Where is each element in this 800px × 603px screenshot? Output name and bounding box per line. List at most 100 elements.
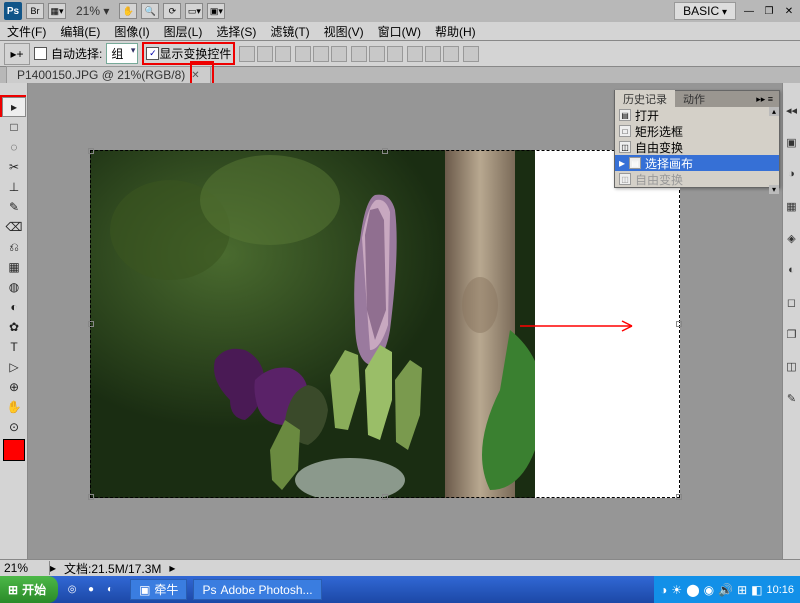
status-zoom[interactable]: 21% bbox=[0, 561, 50, 575]
eraser-tool[interactable]: ▦ bbox=[2, 257, 26, 277]
scroll-down-icon[interactable]: ▾ bbox=[769, 185, 779, 194]
menu-file[interactable]: 文件(F) bbox=[0, 23, 53, 40]
menu-edit[interactable]: 编辑(E) bbox=[53, 23, 107, 40]
handle-bot-mid[interactable] bbox=[382, 494, 388, 500]
tray-icon[interactable]: ◉ bbox=[704, 583, 714, 597]
move-tool-preset[interactable]: ▸+ bbox=[4, 43, 30, 65]
tray-icon[interactable]: 🔊 bbox=[718, 583, 733, 597]
tray-icon[interactable]: ⊞ bbox=[737, 583, 747, 597]
transform-icon: ◫ bbox=[619, 173, 631, 185]
actions-tab[interactable]: 动作 bbox=[675, 90, 713, 108]
status-bar: 21% ▸ 文档:21.5M/17.3M ▸ bbox=[0, 559, 800, 576]
shape-tool[interactable]: ⊕ bbox=[2, 377, 26, 397]
autoselect-checkbox[interactable] bbox=[34, 47, 47, 60]
move-tool[interactable]: ▸ bbox=[2, 97, 26, 117]
tray-icon[interactable]: ◧ bbox=[751, 583, 762, 597]
quick-launch: ◎ ● ◐ bbox=[58, 582, 124, 598]
ql-icon-2[interactable]: ● bbox=[83, 582, 99, 598]
app-icon: ▣ bbox=[139, 583, 150, 597]
status-menu-icon[interactable]: ▸ bbox=[169, 561, 175, 575]
menu-layer[interactable]: 图层(L) bbox=[157, 23, 210, 40]
app-topbar: Ps Br ▦▾ 21% ▾ ✋ 🔍 ⟳ ▭▾ ▣▾ BASIC ▾ — ❐ ✕ bbox=[0, 0, 800, 22]
history-brush-tool[interactable]: ⎌ bbox=[2, 237, 26, 257]
handle-mid-left[interactable] bbox=[88, 321, 94, 327]
handle-bot-left[interactable] bbox=[88, 494, 94, 500]
ps-icon[interactable]: Ps bbox=[4, 2, 22, 20]
tray-icon[interactable]: ☀ bbox=[671, 583, 682, 597]
history-item[interactable]: ◫自由变换 bbox=[615, 139, 779, 155]
hand-tool[interactable]: ✋ bbox=[2, 397, 26, 417]
type-tool[interactable]: T bbox=[2, 337, 26, 357]
zoom-tool[interactable]: ⊙ bbox=[2, 417, 26, 437]
panel-menu-icon[interactable]: ▸▸ ≡ bbox=[750, 94, 779, 105]
stamp-tool[interactable]: ⌫ bbox=[2, 217, 26, 237]
ql-icon-3[interactable]: ◐ bbox=[102, 582, 118, 598]
crop-tool[interactable]: ✂ bbox=[2, 157, 26, 177]
eyedropper-tool[interactable]: ⊥ bbox=[2, 177, 26, 197]
styles-panel-icon[interactable]: ◈ bbox=[785, 231, 799, 245]
history-tab[interactable]: 历史记录 bbox=[615, 90, 675, 108]
taskbar-app-1[interactable]: ▣牵牛 bbox=[130, 579, 187, 600]
minimize-button[interactable]: — bbox=[742, 4, 756, 18]
start-button[interactable]: ⊞ 开始 bbox=[0, 576, 58, 603]
tray-icon[interactable]: ◑ bbox=[660, 583, 667, 597]
scroll-up-icon[interactable]: ▴ bbox=[769, 107, 779, 116]
menu-select[interactable]: 选择(S) bbox=[209, 23, 263, 40]
expand-dock-icon[interactable]: ◂◂ bbox=[785, 103, 799, 117]
clock[interactable]: 10:16 bbox=[766, 584, 794, 596]
tray-icon[interactable]: ⬤ bbox=[686, 583, 699, 597]
zoom-tool-icon[interactable]: 🔍 bbox=[141, 3, 159, 19]
ql-icon-1[interactable]: ◎ bbox=[64, 582, 80, 598]
color-panel-icon[interactable]: ◑ bbox=[785, 167, 799, 181]
menu-window[interactable]: 窗口(W) bbox=[371, 23, 428, 40]
menu-view[interactable]: 视图(V) bbox=[317, 23, 371, 40]
paths-panel-icon[interactable]: ✎ bbox=[785, 391, 799, 405]
handle-top-left[interactable] bbox=[88, 148, 94, 154]
status-docsize[interactable]: 文档:21.5M/17.3M bbox=[56, 560, 169, 577]
close-button[interactable]: ✕ bbox=[782, 4, 796, 18]
menubar: 文件(F) 编辑(E) 图像(I) 图层(L) 选择(S) 滤镜(T) 视图(V… bbox=[0, 22, 800, 41]
panel-tabs: 历史记录 动作 ▸▸ ≡ bbox=[615, 91, 779, 107]
navigator-panel-icon[interactable]: ▣ bbox=[785, 135, 799, 149]
taskbar-app-2[interactable]: PsAdobe Photosh... bbox=[193, 579, 321, 600]
handle-top-mid[interactable] bbox=[382, 148, 388, 154]
handle-bot-right[interactable] bbox=[676, 494, 682, 500]
transform-checkbox[interactable]: ✓ bbox=[146, 47, 159, 60]
swatches-panel-icon[interactable]: ▦ bbox=[785, 199, 799, 213]
distribute-group-1 bbox=[351, 46, 403, 62]
zoom-display[interactable]: 21% ▾ bbox=[70, 4, 115, 18]
history-item-selected[interactable]: ▸▤选择画布 bbox=[615, 155, 779, 171]
arrange-menu-icon[interactable]: ▭▾ bbox=[185, 3, 203, 19]
menu-image[interactable]: 图像(I) bbox=[107, 23, 156, 40]
masks-panel-icon[interactable]: ◻ bbox=[785, 295, 799, 309]
workspace-dropdown[interactable]: BASIC ▾ bbox=[674, 2, 736, 20]
restore-button[interactable]: ❐ bbox=[762, 4, 776, 18]
document-tab-title: P1400150.JPG @ 21%(RGB/8) bbox=[17, 68, 185, 82]
history-item-dimmed[interactable]: ◫自由变换 bbox=[615, 171, 779, 187]
gradient-tool[interactable]: ◍ bbox=[2, 277, 26, 297]
hand-tool-icon[interactable]: ✋ bbox=[119, 3, 137, 19]
layout-menu-icon[interactable]: ▦▾ bbox=[48, 3, 66, 19]
channels-panel-icon[interactable]: ◫ bbox=[785, 359, 799, 373]
handle-mid-right[interactable] bbox=[676, 321, 682, 327]
history-item[interactable]: ▤打开 bbox=[615, 107, 779, 123]
blur-tool[interactable]: ◐ bbox=[2, 297, 26, 317]
autoselect-dropdown[interactable]: 组 bbox=[106, 43, 138, 64]
rotate-view-icon[interactable]: ⟳ bbox=[163, 3, 181, 19]
dodge-tool[interactable]: ✿ bbox=[2, 317, 26, 337]
ps-icon: Ps bbox=[202, 583, 216, 597]
bridge-icon[interactable]: Br bbox=[26, 3, 44, 19]
brush-tool[interactable]: ✎ bbox=[2, 197, 26, 217]
layers-panel-icon[interactable]: ❐ bbox=[785, 327, 799, 341]
foreground-color-swatch[interactable] bbox=[3, 439, 25, 461]
menu-filter[interactable]: 滤镜(T) bbox=[263, 23, 316, 40]
path-tool[interactable]: ▷ bbox=[2, 357, 26, 377]
marquee-tool[interactable]: □ bbox=[2, 117, 26, 137]
lasso-tool[interactable]: ◌ bbox=[2, 137, 26, 157]
tab-close-icon[interactable]: ✕ bbox=[191, 70, 199, 81]
adjustments-panel-icon[interactable]: ◐ bbox=[785, 263, 799, 277]
history-item[interactable]: □矩形选框 bbox=[615, 123, 779, 139]
document-tab[interactable]: P1400150.JPG @ 21%(RGB/8) ✕ bbox=[6, 66, 211, 84]
screen-mode-icon[interactable]: ▣▾ bbox=[207, 3, 225, 19]
menu-help[interactable]: 帮助(H) bbox=[428, 23, 483, 40]
